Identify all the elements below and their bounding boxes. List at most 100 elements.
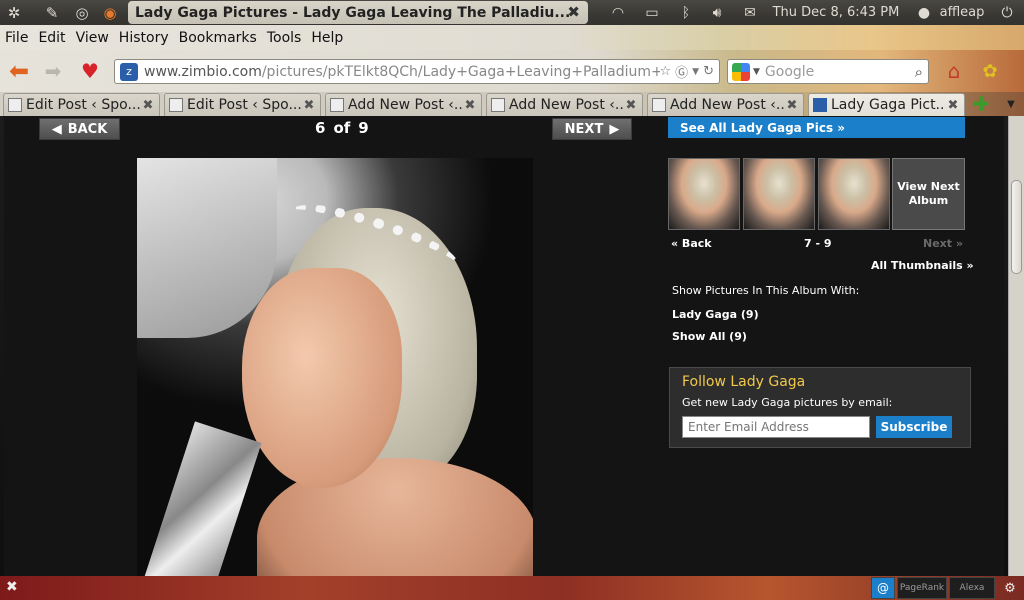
tab-list-chevron-icon[interactable]: ▼	[1003, 96, 1019, 112]
search-bar[interactable]: ▼ Google ⌕	[727, 59, 929, 84]
follow-box: Follow Lady Gaga Get new Lady Gaga pictu…	[669, 367, 971, 448]
view-next-album-button[interactable]: View Next Album	[892, 158, 965, 230]
menu-bar: File Edit View History Bookmarks Tools H…	[0, 25, 1024, 50]
right-triangle-icon: ▶	[609, 121, 620, 137]
web-page: ◀ BACK 6 of 9 NEXT ▶ See All Lady Gaga P…	[0, 116, 1008, 576]
photo-dress-strap	[142, 421, 262, 576]
firefox-launcher-icon[interactable]: ◉	[98, 1, 122, 25]
google-engine-icon[interactable]	[732, 62, 750, 81]
pagerank-indicator[interactable]: PageRank	[897, 577, 947, 599]
status-bar: ✖ @ PageRank Alexa ⚙	[0, 576, 1024, 600]
status-settings-icon[interactable]: ⚙	[999, 577, 1021, 599]
bluetooth-icon[interactable]: ᛒ	[676, 0, 696, 25]
thumbs-next-link: Next »	[923, 237, 963, 250]
filter-show-all-link[interactable]: Show All (9)	[672, 330, 747, 343]
tab-favicon-icon	[169, 98, 183, 112]
gallery-current: 6	[315, 119, 326, 137]
menu-bookmarks[interactable]: Bookmarks	[174, 30, 262, 46]
url-text[interactable]: www.zimbio.com/pictures/pkTElkt8QCh/Lady…	[144, 64, 660, 80]
page-content: ◀ BACK 6 of 9 NEXT ▶ See All Lady Gaga P…	[4, 116, 1004, 576]
thumbnail-9[interactable]	[818, 158, 890, 230]
site-favicon-icon: z	[120, 62, 138, 81]
power-icon[interactable]: ⏻	[996, 0, 1018, 25]
tab-close-icon[interactable]: ✖	[140, 98, 156, 113]
thumbnail-8[interactable]	[743, 158, 815, 230]
tab-favicon-icon	[813, 98, 827, 112]
subscribe-button[interactable]: Subscribe	[876, 416, 952, 438]
menu-file[interactable]: File	[0, 30, 33, 46]
thumbs-back-link[interactable]: « Back	[671, 237, 712, 250]
tab-close-icon[interactable]: ✖	[945, 98, 961, 113]
search-input[interactable]: Google	[765, 64, 915, 80]
photo-face	[242, 268, 402, 488]
tab-close-icon[interactable]: ✖	[623, 98, 639, 113]
url-dropdown-icon[interactable]: ▼	[692, 67, 699, 77]
see-all-pics-link[interactable]: See All Lady Gaga Pics »	[668, 117, 965, 138]
user-icon[interactable]: ●	[914, 0, 934, 25]
tab-favicon-icon	[491, 98, 505, 112]
window-close-icon[interactable]: ✖	[567, 3, 580, 21]
forward-arrow-icon[interactable]: ➡	[40, 58, 66, 84]
window-title[interactable]: Lady Gaga Pictures - Lady Gaga Leaving T…	[128, 1, 588, 24]
battery-icon[interactable]: ▭	[638, 0, 666, 25]
menu-tools[interactable]: Tools	[262, 30, 307, 46]
scrollbar-thumb[interactable]	[1011, 180, 1022, 274]
tab-edit-post-1[interactable]: Edit Post ‹ Spo... ✖	[3, 93, 160, 116]
gallery-of: of	[333, 119, 351, 137]
gallery-next-button[interactable]: NEXT ▶	[552, 118, 632, 140]
menu-view[interactable]: View	[71, 30, 114, 46]
navigation-toolbar: ⬅ ➡ ♥ z www.zimbio.com/pictures/pkTElkt8…	[0, 50, 1024, 92]
volume-icon[interactable]: 🔊︎	[704, 0, 730, 25]
back-arrow-icon[interactable]: ⬅	[4, 57, 34, 85]
addon-icon[interactable]: ✿	[976, 58, 1004, 84]
tab-favicon-icon	[652, 98, 666, 112]
clock[interactable]: Thu Dec 8, 6:43 PM	[766, 0, 906, 25]
all-thumbnails-link[interactable]: All Thumbnails »	[871, 259, 974, 272]
email-field[interactable]	[682, 416, 870, 438]
tab-edit-post-2[interactable]: Edit Post ‹ Spo... ✖	[164, 93, 321, 116]
tab-add-new-post-1[interactable]: Add New Post ‹... ✖	[325, 93, 482, 116]
tab-favicon-icon	[330, 98, 344, 112]
bookmark-heart-icon[interactable]: ♥	[76, 58, 104, 84]
left-triangle-icon: ◀	[51, 121, 62, 137]
menu-help[interactable]: Help	[306, 30, 348, 46]
window-title-text: Lady Gaga Pictures - Lady Gaga Leaving T…	[135, 4, 571, 21]
close-findbar-icon[interactable]: ✖	[6, 579, 18, 595]
gallery-back-button[interactable]: ◀ BACK	[39, 118, 120, 140]
url-bar[interactable]: z www.zimbio.com/pictures/pkTElkt8QCh/La…	[114, 59, 720, 84]
tab-add-new-post-3[interactable]: Add New Post ‹... ✖	[647, 93, 804, 116]
tab-add-new-post-2[interactable]: Add New Post ‹... ✖	[486, 93, 643, 116]
follow-subtitle: Get new Lady Gaga pictures by email:	[682, 396, 893, 409]
ubuntu-menu-icon[interactable]: ✲	[2, 1, 26, 25]
gallery-position: 6 of 9	[315, 119, 369, 137]
menu-edit[interactable]: Edit	[33, 30, 70, 46]
search-icon[interactable]: ⌕	[915, 63, 928, 81]
chromium-launcher-icon[interactable]: ◎	[70, 1, 94, 25]
main-photo[interactable]	[137, 158, 533, 576]
tab-strip: Edit Post ‹ Spo... ✖ Edit Post ‹ Spo... …	[0, 92, 1024, 116]
alexa-indicator[interactable]: Alexa	[949, 577, 995, 599]
text-editor-launcher-icon[interactable]: ✎	[40, 1, 64, 25]
wifi-icon[interactable]: ◠	[606, 0, 630, 25]
new-tab-plus-icon[interactable]: ✚	[969, 92, 993, 116]
status-addon-icon[interactable]: @	[871, 577, 895, 599]
thumbnail-7[interactable]	[668, 158, 740, 230]
vertical-scrollbar[interactable]	[1008, 116, 1024, 576]
tab-close-icon[interactable]: ✖	[301, 98, 317, 113]
filter-heading: Show Pictures In This Album With:	[672, 284, 860, 297]
menu-history[interactable]: History	[114, 30, 174, 46]
mail-icon[interactable]: ✉	[738, 0, 762, 25]
site-info-icon[interactable]: Ⓖ	[675, 62, 688, 81]
tab-close-icon[interactable]: ✖	[784, 98, 800, 113]
follow-title: Follow Lady Gaga	[682, 374, 806, 390]
engine-dropdown-icon[interactable]: ▼	[753, 67, 760, 77]
username[interactable]: affleap	[934, 0, 990, 25]
thumbs-range: 7 - 9	[804, 237, 832, 250]
filter-lady-gaga-link[interactable]: Lady Gaga (9)	[672, 308, 759, 321]
bookmark-star-icon[interactable]: ☆	[660, 64, 672, 79]
tab-lady-gaga-pictures[interactable]: Lady Gaga Pict... ✖	[808, 93, 965, 116]
gallery-total: 9	[358, 119, 369, 137]
home-icon[interactable]: ⌂	[940, 58, 968, 84]
tab-close-icon[interactable]: ✖	[462, 98, 478, 113]
reload-icon[interactable]: ↻	[703, 64, 714, 79]
